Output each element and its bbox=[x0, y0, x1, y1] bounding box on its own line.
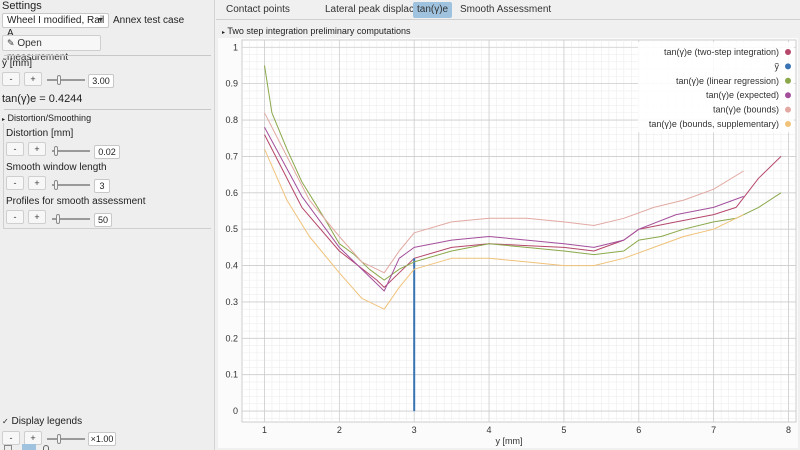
profiles-label: Profiles for smooth assessment bbox=[6, 196, 146, 207]
wheel-rail-select[interactable]: Wheel I modified, Rail A ▼ bbox=[2, 13, 109, 39]
zoom-slider-handle[interactable] bbox=[57, 434, 61, 444]
settings-panel: Settings Wheel I modified, Rail A ▼ Anne… bbox=[0, 0, 215, 450]
display-legends-toggle[interactable]: ✓ Display legends bbox=[2, 416, 82, 427]
y-tick-label: 0.7 bbox=[225, 151, 238, 161]
expand-marker-icon: ▸ bbox=[222, 30, 226, 36]
legend-label: ỹ bbox=[775, 61, 780, 71]
legend-marker bbox=[785, 121, 791, 127]
distortion-increment-button[interactable]: + bbox=[28, 142, 46, 156]
display-legends-label: Display legends bbox=[11, 416, 83, 427]
y-tick-label: 0.9 bbox=[225, 79, 238, 89]
x-tick-label: 7 bbox=[711, 425, 716, 435]
y-tick-label: 0.6 bbox=[225, 188, 238, 198]
open-measurement-button[interactable]: ✎ Open measurement bbox=[2, 35, 101, 63]
window-decrement-button[interactable]: - bbox=[6, 176, 24, 190]
window-value-field[interactable]: 3 bbox=[94, 179, 110, 193]
chevron-down-icon: ▼ bbox=[97, 17, 104, 24]
chart-area: 1 2 3 4 5 6 7 8 0 0.1 0.2 0.3 0.4 0.5 0.6 0.7 0.8 0.9 1 y [… bbox=[218, 38, 798, 448]
legend-label: tan(γ)e (expected) bbox=[706, 90, 779, 100]
ytilde-slider-track[interactable] bbox=[47, 79, 85, 81]
ytilde-value-field[interactable]: 3.00 bbox=[88, 74, 114, 88]
legend-marker bbox=[785, 63, 791, 70]
x-axis-label: y [mm] bbox=[496, 436, 523, 446]
legend-marker bbox=[785, 92, 791, 99]
checkmark-icon: ✓ bbox=[2, 417, 9, 426]
window-increment-button[interactable]: + bbox=[28, 176, 46, 190]
pan-icon[interactable] bbox=[22, 444, 36, 450]
tab-contact-points[interactable]: Contact points bbox=[222, 2, 294, 18]
home-icon[interactable] bbox=[4, 445, 12, 450]
y-tick-label: 0.5 bbox=[225, 224, 238, 234]
x-tick-label: 5 bbox=[561, 425, 566, 435]
legend-label: tan(γ)e (two-step integration) bbox=[664, 47, 779, 57]
y-tick-label: 0.8 bbox=[225, 115, 238, 125]
tab-smooth-assessment[interactable]: Smooth Assessment bbox=[456, 2, 555, 18]
tab-bar: Contact points Lateral peak displacement… bbox=[216, 0, 800, 20]
y-tick-label: 1 bbox=[233, 42, 238, 52]
tab-tan-gamma[interactable]: tan(γ)e bbox=[413, 2, 453, 18]
x-tick-label: 8 bbox=[786, 425, 791, 435]
zoom-value-field[interactable]: ×1.00 bbox=[88, 432, 116, 446]
y-tick-label: 0.3 bbox=[225, 297, 238, 307]
distortion-section-title: Distortion/Smoothing bbox=[7, 113, 92, 123]
legend-label: tan(γ)e (linear regression) bbox=[676, 76, 779, 86]
ytilde-decrement-button[interactable]: - bbox=[2, 72, 20, 86]
distortion-section-header[interactable]: ▸ Distortion/Smoothing bbox=[2, 113, 91, 123]
separator bbox=[4, 109, 211, 110]
legend-marker bbox=[785, 106, 791, 113]
zoom-slider-track[interactable] bbox=[47, 438, 85, 440]
distortion-decrement-button[interactable]: - bbox=[6, 142, 24, 156]
y-tick-label: 0.2 bbox=[225, 333, 238, 343]
ytilde-slider-handle[interactable] bbox=[57, 75, 61, 85]
profiles-increment-button[interactable]: + bbox=[28, 210, 46, 224]
paperclip-icon: ✎ bbox=[7, 38, 15, 48]
legend-marker bbox=[785, 77, 791, 84]
legend-marker bbox=[785, 49, 791, 55]
y-tick-label: 0.4 bbox=[225, 261, 238, 271]
tan-gamma-readout: tan(γ)e = 0.4244 bbox=[2, 93, 83, 105]
zoom-decrement-button[interactable]: - bbox=[2, 431, 20, 445]
y-tick-label: 0 bbox=[233, 406, 238, 416]
separator bbox=[4, 55, 211, 56]
window-length-label: Smooth window length bbox=[6, 162, 107, 173]
y-tick-label: 0.1 bbox=[225, 370, 238, 380]
settings-title: Settings bbox=[2, 0, 42, 12]
hand-icon[interactable] bbox=[43, 445, 49, 450]
profiles-decrement-button[interactable]: - bbox=[6, 210, 24, 224]
profiles-slider-handle[interactable] bbox=[56, 214, 60, 224]
ytilde-increment-button[interactable]: + bbox=[24, 72, 42, 86]
x-tick-label: 1 bbox=[262, 425, 267, 435]
profiles-value-field[interactable]: 50 bbox=[94, 213, 112, 227]
x-tick-label: 6 bbox=[636, 425, 641, 435]
legend-label: tan(γ)e (bounds) bbox=[713, 105, 779, 115]
test-case-label: Annex test case bbox=[113, 15, 185, 26]
main-panel: Contact points Lateral peak displacement… bbox=[216, 0, 800, 450]
distortion-slider-handle[interactable] bbox=[54, 146, 58, 156]
zoom-increment-button[interactable]: + bbox=[24, 431, 42, 445]
distortion-label: Distortion [mm] bbox=[6, 128, 74, 139]
distortion-value-field[interactable]: 0.02 bbox=[94, 145, 120, 159]
x-tick-label: 4 bbox=[487, 425, 492, 435]
computations-section-header[interactable]: ▸ Two step integration preliminary compu… bbox=[222, 26, 410, 36]
tan-gamma-chart[interactable]: 1 2 3 4 5 6 7 8 0 0.1 0.2 0.3 0.4 0.5 0.6 0.7 0.8 0.9 1 y [… bbox=[218, 38, 798, 448]
x-tick-label: 3 bbox=[412, 425, 417, 435]
window-slider-handle[interactable] bbox=[54, 180, 58, 190]
ytilde-label: ỹ [mm] bbox=[2, 58, 32, 69]
computations-section-title: Two step integration preliminary computa… bbox=[227, 26, 411, 36]
x-tick-label: 2 bbox=[337, 425, 342, 435]
legend-label: tan(γ)e (bounds, supplementary) bbox=[649, 119, 779, 129]
